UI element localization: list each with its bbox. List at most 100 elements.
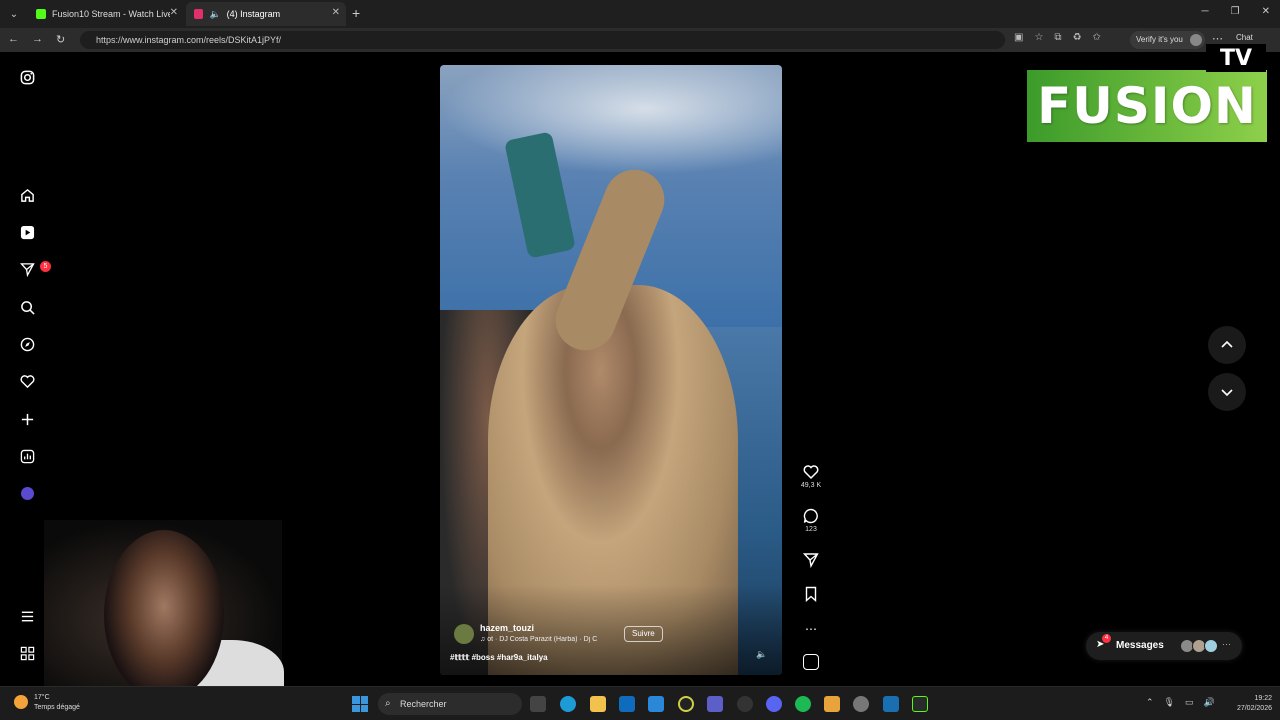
- edge-icon[interactable]: [560, 696, 576, 712]
- also-from-meta-icon[interactable]: [18, 644, 36, 662]
- taskbar-search[interactable]: ⌕ Rechercher: [378, 693, 522, 715]
- restore-icon[interactable]: ❐: [1231, 6, 1240, 17]
- app-icon[interactable]: [737, 696, 753, 712]
- comment-count: 123: [805, 526, 817, 533]
- sky-clouds: [440, 65, 782, 175]
- explore-icon[interactable]: [18, 335, 36, 353]
- profile-verify-button[interactable]: Verify it's you: [1130, 31, 1205, 49]
- tab-actions-menu[interactable]: ⌄: [4, 4, 24, 24]
- favorite-star-icon[interactable]: ☆: [1034, 32, 1043, 43]
- save-button[interactable]: [796, 586, 826, 602]
- chevron-up-icon[interactable]: ⌃: [1146, 697, 1154, 708]
- clock-date: 27/02/2026: [1236, 705, 1272, 712]
- copilot-chat-button[interactable]: Chat: [1236, 33, 1253, 42]
- notification-badge: 5: [40, 261, 51, 272]
- chevron-down-icon: [1221, 389, 1233, 397]
- instagram-sidebar: 5: [12, 52, 51, 686]
- previous-reel-button[interactable]: [1208, 326, 1246, 364]
- terminal-icon[interactable]: [912, 696, 928, 712]
- like-button[interactable]: 49,3 K: [796, 464, 826, 489]
- comment-button[interactable]: 123: [796, 508, 826, 533]
- more-menu-icon[interactable]: [18, 607, 36, 625]
- share-button[interactable]: [796, 552, 826, 568]
- direct-messages-icon[interactable]: [18, 260, 36, 278]
- instagram-logo-icon[interactable]: [18, 68, 36, 86]
- forward-icon[interactable]: →: [32, 33, 43, 45]
- url-field[interactable]: https://www.instagram.com/reels/DSKitA1j…: [80, 31, 1005, 49]
- calendar-icon[interactable]: [648, 696, 664, 712]
- bookmark-icon: [805, 586, 817, 602]
- tab-instagram[interactable]: 🔈 (4) Instagram ✕: [186, 2, 346, 26]
- comment-icon: [803, 508, 818, 524]
- like-count: 49,3 K: [800, 482, 822, 489]
- music-track[interactable]: ♫ ot · DJ Costa Parazit (Harba) · Dj C: [480, 636, 610, 643]
- reels-icon[interactable]: [18, 223, 36, 241]
- close-tab-icon[interactable]: ✕: [170, 7, 178, 18]
- search-icon[interactable]: [18, 298, 36, 316]
- reel-hashtags[interactable]: #𝕥𝕥𝕥𝕥 #boss #har9a_italya: [450, 653, 548, 662]
- close-window-icon[interactable]: ✕: [1262, 6, 1270, 17]
- split-screen-icon[interactable]: ▣: [1014, 32, 1023, 43]
- create-plus-icon[interactable]: [18, 410, 36, 428]
- address-bar-row: ← → ↻ https://www.instagram.com/reels/DS…: [0, 28, 1280, 52]
- windows-start-icon[interactable]: [352, 696, 368, 712]
- system-tray: ⌃ 🎙 ▭ 🔊: [1146, 697, 1215, 708]
- obs-icon[interactable]: [678, 696, 694, 712]
- browser-essentials-icon[interactable]: ♻: [1073, 32, 1082, 43]
- chevron-up-icon: [1221, 340, 1233, 348]
- discord-icon[interactable]: [766, 696, 782, 712]
- favorites-icon[interactable]: ✩: [1093, 32, 1101, 43]
- fusion-logo-text: FUSION: [1037, 77, 1257, 135]
- screen-icon[interactable]: [883, 696, 899, 712]
- volume-icon[interactable]: 🔊: [1204, 697, 1215, 708]
- author-avatar[interactable]: [454, 624, 474, 644]
- more-dots-icon: ⋯: [1222, 639, 1231, 649]
- notifications-heart-icon[interactable]: [18, 372, 36, 390]
- speaker-icon[interactable]: 🔈: [209, 9, 220, 20]
- tab-label: Fusion10 Stream - Watch Live on K: [52, 9, 170, 19]
- audio-thumbnail[interactable]: [796, 654, 826, 670]
- network-icon[interactable]: ▭: [1185, 697, 1194, 708]
- task-view-icon[interactable]: [530, 696, 546, 712]
- teams-icon[interactable]: [707, 696, 723, 712]
- weather-widget[interactable]: 17°C Temps dégagé: [34, 693, 80, 713]
- follow-button[interactable]: Suivre: [624, 626, 663, 642]
- settings-icon[interactable]: [853, 696, 869, 712]
- weather-desc: Temps dégagé: [34, 704, 80, 711]
- refresh-icon[interactable]: ↻: [56, 33, 65, 46]
- more-options-button[interactable]: ⋯: [796, 620, 826, 638]
- verify-label: Verify it's you: [1136, 35, 1183, 44]
- microphone-icon[interactable]: 🎙: [1164, 697, 1175, 708]
- outlook-icon[interactable]: [619, 696, 635, 712]
- extensions-icon[interactable]: ⧉: [1054, 32, 1061, 43]
- weather-temp: 17°C: [34, 694, 50, 701]
- audio-icon: [803, 654, 819, 670]
- kick-favicon-icon: [36, 9, 46, 19]
- window-controls: ─ ❐ ✕: [1202, 6, 1270, 17]
- music-track-label: ot · DJ Costa Parazit (Harba) · Dj C: [487, 636, 598, 643]
- next-reel-button[interactable]: [1208, 373, 1246, 411]
- back-icon[interactable]: ←: [8, 33, 19, 45]
- new-tab-button[interactable]: +: [352, 5, 360, 21]
- messages-label: Messages: [1116, 640, 1164, 651]
- minimize-icon[interactable]: ─: [1202, 6, 1209, 17]
- author-name[interactable]: hazem_touzi: [480, 623, 534, 633]
- file-explorer-icon[interactable]: [590, 696, 606, 712]
- clock[interactable]: 19:22 27/02/2026: [1222, 694, 1272, 714]
- clock-time: 19:22: [1254, 695, 1272, 702]
- weather-icon[interactable]: [14, 695, 28, 709]
- share-icon: [803, 553, 819, 568]
- profile-avatar-icon[interactable]: [18, 484, 36, 502]
- spotify-icon[interactable]: [795, 696, 811, 712]
- messages-button[interactable]: ➤ 4 Messages ⋯: [1086, 632, 1242, 660]
- home-icon[interactable]: [18, 186, 36, 204]
- search-icon: ⌕: [385, 698, 391, 709]
- tab-fusion10[interactable]: Fusion10 Stream - Watch Live on K ✕: [28, 2, 184, 26]
- reel-video[interactable]: hazem_touzi ♫ ot · DJ Costa Parazit (Har…: [440, 65, 782, 675]
- mute-icon[interactable]: 🔈: [756, 649, 767, 660]
- webcam-face: [104, 530, 224, 700]
- dashboard-icon[interactable]: [18, 447, 36, 465]
- close-tab-icon[interactable]: ✕: [332, 7, 340, 18]
- browser-toolbar: ▣ ☆ ⧉ ♻ ✩: [1014, 32, 1101, 43]
- stack-icon[interactable]: [824, 696, 840, 712]
